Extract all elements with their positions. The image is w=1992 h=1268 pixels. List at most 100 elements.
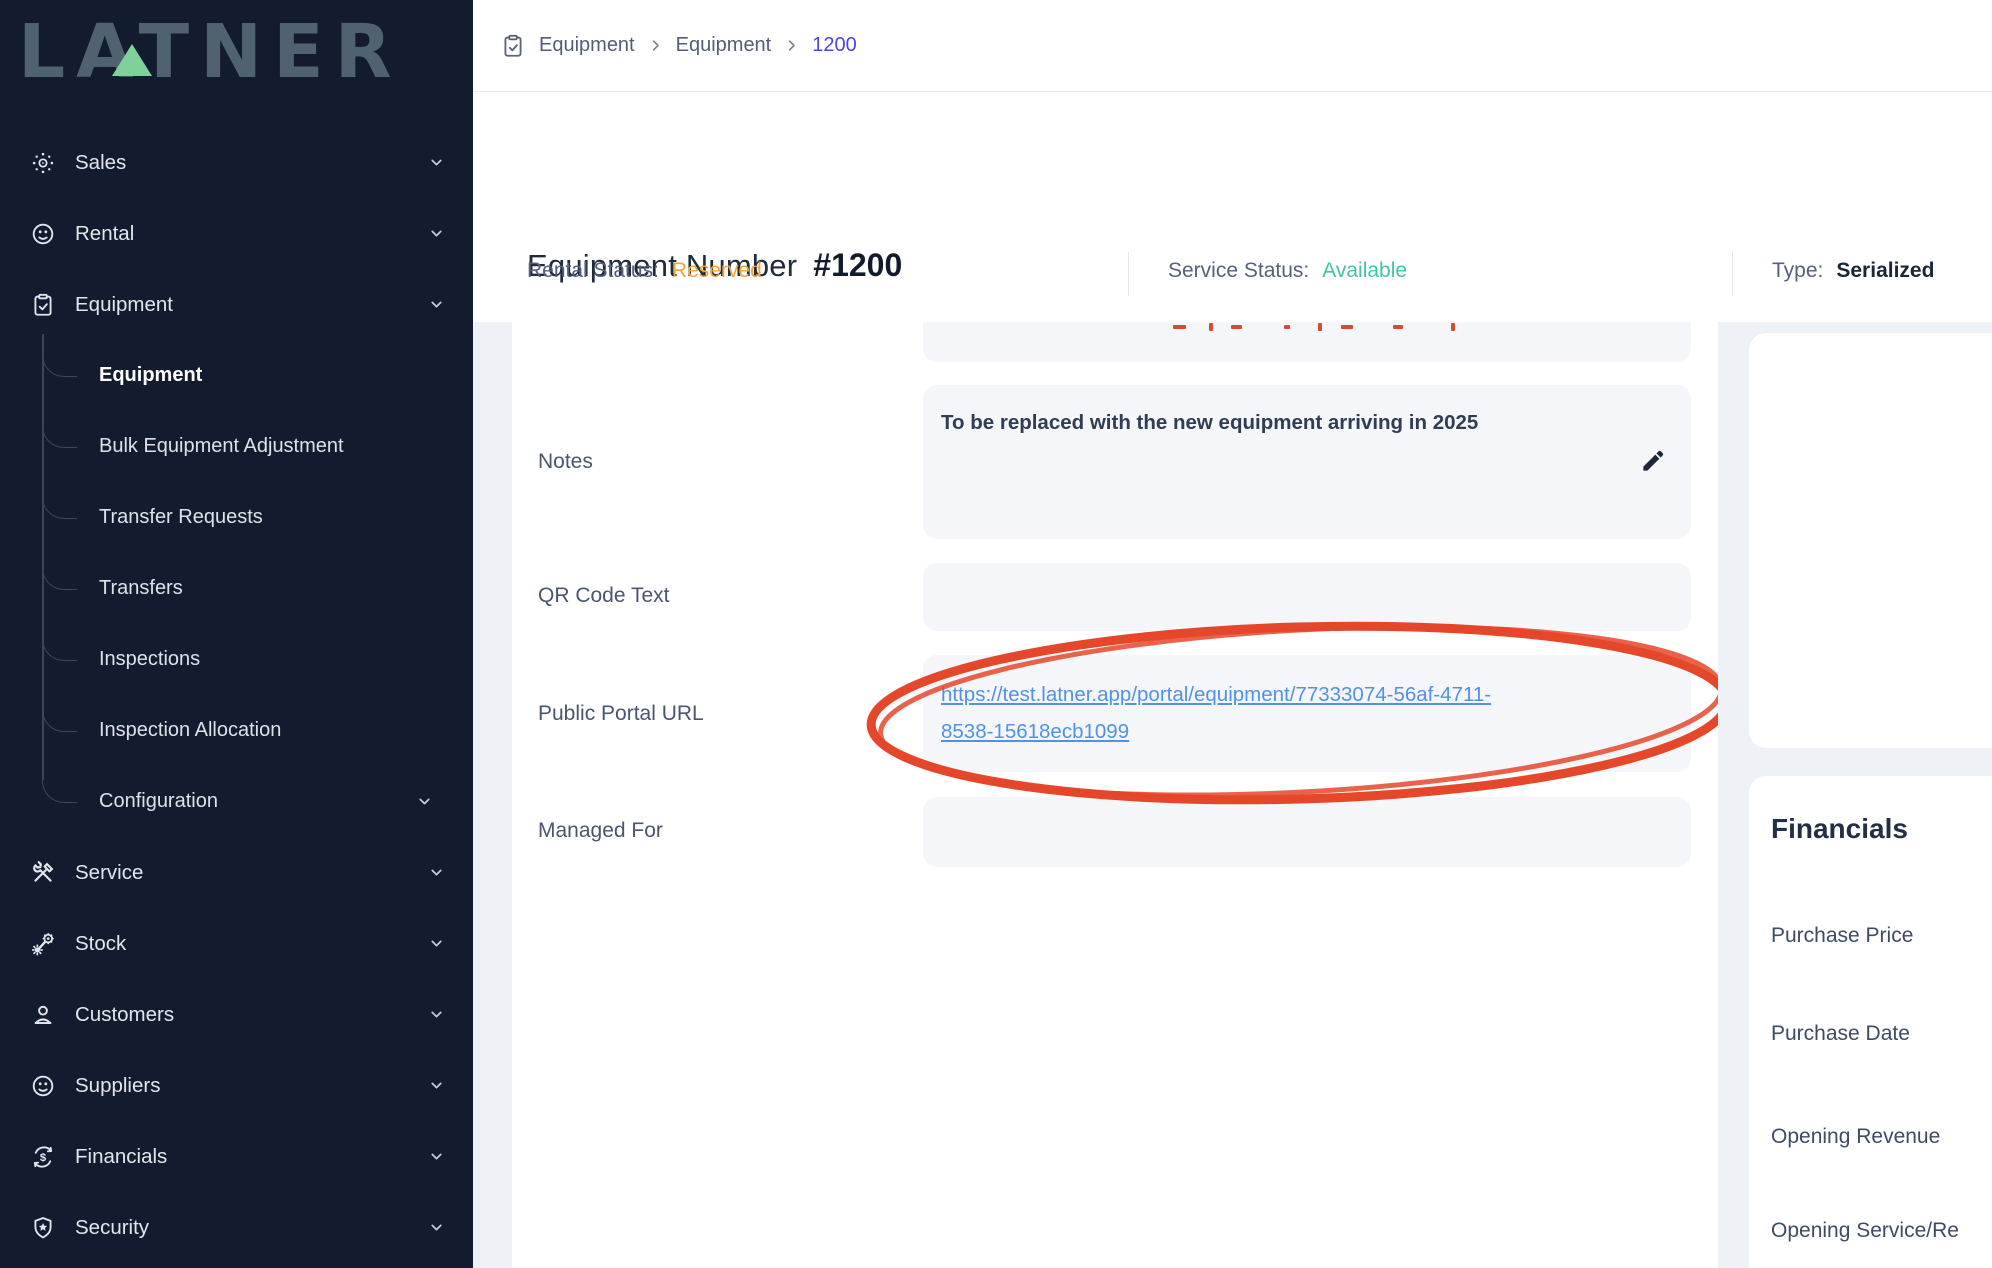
sidebar-item-label: Rental <box>75 222 134 246</box>
notes-field: To be replaced with the new equipment ar… <box>923 385 1691 539</box>
edit-pencil-icon[interactable] <box>1640 447 1667 474</box>
app-logo-text: LATNER <box>18 2 468 102</box>
breadcrumb-current: 1200 <box>812 34 857 57</box>
sidebar-item-stock[interactable]: Stock <box>0 908 473 979</box>
breadcrumb: Equipment Equipment 1200 <box>473 0 1992 92</box>
sidebar-subitem-label: Bulk Equipment Adjustment <box>99 435 344 458</box>
sidebar-item-financials[interactable]: $ Financials <box>0 1121 473 1192</box>
sidebar-subitem-label: Equipment <box>99 364 202 387</box>
sidebar-subitem-configuration[interactable]: Configuration <box>0 766 473 837</box>
sidebar: LATNER Sales Rental <box>0 0 473 1268</box>
public-portal-url-line2: 8538-15618ecb1099 <box>941 713 1673 750</box>
shield-star-icon <box>30 1215 56 1241</box>
chevron-down-icon <box>428 1077 445 1094</box>
sidebar-nav: Sales Rental Equipment <box>0 127 473 1263</box>
status-divider <box>1128 252 1129 296</box>
sidebar-subitem-equipment[interactable]: Equipment <box>0 340 473 411</box>
main-area: Equipment Equipment 1200 Equipment Numbe… <box>473 0 1992 1268</box>
svg-text:$: $ <box>40 1151 47 1163</box>
public-portal-url-link[interactable]: https://test.latner.app/portal/equipment… <box>923 655 1691 750</box>
qr-code-text-field <box>923 563 1691 631</box>
sidebar-subitem-transfer-requests[interactable]: Transfer Requests <box>0 482 473 553</box>
sidebar-item-label: Equipment <box>75 293 173 317</box>
chevron-down-icon <box>428 296 445 313</box>
clipped-red-text-fragment <box>1393 325 1403 329</box>
chevron-down-icon <box>428 1006 445 1023</box>
sidebar-subitem-label: Configuration <box>99 790 218 813</box>
clipped-red-text-fragment <box>1209 323 1213 331</box>
sidebar-subitem-label: Transfers <box>99 577 183 600</box>
chevron-down-icon <box>428 225 445 242</box>
logo-triangle-icon <box>112 44 152 76</box>
sidebar-item-label: Financials <box>75 1145 167 1169</box>
clipped-red-text-fragment <box>1284 325 1290 329</box>
chevron-right-icon <box>784 38 799 53</box>
equipment-submenu: Equipment Bulk Equipment Adjustment Tran… <box>0 340 473 837</box>
sidebar-item-equipment[interactable]: Equipment <box>0 269 473 340</box>
page-header: Equipment Number #1200 Rental Status:Res… <box>473 92 1992 323</box>
chevron-down-icon <box>428 1148 445 1165</box>
financials-row-purchase-date: Purchase Date <box>1771 1022 1910 1046</box>
clipped-red-text-fragment <box>1231 325 1242 329</box>
rental-status-label: Rental Status: <box>527 259 659 282</box>
sidebar-item-sales[interactable]: Sales <box>0 127 473 198</box>
app-logo: LATNER <box>18 2 468 102</box>
sidebar-item-service[interactable]: Service <box>0 837 473 908</box>
public-portal-url-line1: https://test.latner.app/portal/equipment… <box>941 676 1673 713</box>
notes-label: Notes <box>538 450 593 474</box>
clipped-field-box <box>923 322 1691 362</box>
chevron-down-icon <box>428 935 445 952</box>
equipment-details-card: Notes To be replaced with the new equipm… <box>512 322 1718 1268</box>
breadcrumb-section[interactable]: Equipment <box>539 34 635 57</box>
sidebar-subitem-bulk-equipment-adjustment[interactable]: Bulk Equipment Adjustment <box>0 411 473 482</box>
sidebar-subitem-inspections[interactable]: Inspections <box>0 624 473 695</box>
currency-cycle-icon: $ <box>30 1144 56 1170</box>
service-status: Service Status: Available <box>1168 259 1407 283</box>
sidebar-item-security[interactable]: Security <box>0 1192 473 1263</box>
financials-row-opening-service: Opening Service/Re <box>1771 1219 1959 1243</box>
service-status-value: Available <box>1322 259 1407 282</box>
rental-status: Rental Status: Reserved <box>527 259 762 283</box>
clipped-red-text-fragment <box>1451 323 1455 331</box>
sidebar-item-label: Stock <box>75 932 126 956</box>
managed-for-label: Managed For <box>538 819 663 843</box>
qr-code-text-label: QR Code Text <box>538 584 670 608</box>
sidebar-subitem-label: Transfer Requests <box>99 506 263 529</box>
clipped-red-text-fragment <box>1173 325 1186 329</box>
chevron-down-icon <box>416 793 433 810</box>
sidebar-subitem-label: Inspection Allocation <box>99 719 281 742</box>
notes-value: To be replaced with the new equipment ar… <box>941 411 1478 435</box>
type-value: Serialized <box>1836 259 1934 282</box>
service-status-label: Service Status: <box>1168 259 1309 282</box>
person-icon <box>30 1002 56 1028</box>
sidebar-subitem-inspection-allocation[interactable]: Inspection Allocation <box>0 695 473 766</box>
sidebar-item-label: Security <box>75 1216 149 1240</box>
status-divider <box>1732 252 1733 296</box>
gears-wrench-icon <box>30 931 56 957</box>
financials-card: Financials Purchase Price Purchase Date … <box>1748 775 1992 1268</box>
sidebar-item-suppliers[interactable]: Suppliers <box>0 1050 473 1121</box>
sidebar-subitem-label: Inspections <box>99 648 200 671</box>
sidebar-item-label: Customers <box>75 1003 174 1027</box>
sidebar-subitem-transfers[interactable]: Transfers <box>0 553 473 624</box>
financials-title: Financials <box>1771 813 1908 845</box>
content-scroll-area[interactable]: Notes To be replaced with the new equipm… <box>473 322 1992 1268</box>
public-portal-url-label: Public Portal URL <box>538 702 704 726</box>
breadcrumb-page[interactable]: Equipment <box>676 34 772 57</box>
clipped-red-text-fragment <box>1318 323 1322 331</box>
network-icon <box>30 150 56 176</box>
sidebar-item-label: Sales <box>75 151 126 175</box>
rental-status-value: Reserved <box>672 259 762 282</box>
sidebar-item-label: Suppliers <box>75 1074 160 1098</box>
equipment-number: #1200 <box>813 247 902 284</box>
sidebar-item-rental[interactable]: Rental <box>0 198 473 269</box>
financials-row-opening-revenue: Opening Revenue <box>1771 1125 1940 1149</box>
sidebar-item-customers[interactable]: Customers <box>0 979 473 1050</box>
financials-row-purchase-price: Purchase Price <box>1771 924 1913 948</box>
clipboard-check-icon <box>500 33 526 59</box>
chevron-down-icon <box>428 154 445 171</box>
chevron-right-icon <box>648 38 663 53</box>
clipped-red-text-fragment <box>1341 325 1353 329</box>
type-status: Type:Serialized <box>1772 259 1934 283</box>
tools-icon <box>30 860 56 886</box>
